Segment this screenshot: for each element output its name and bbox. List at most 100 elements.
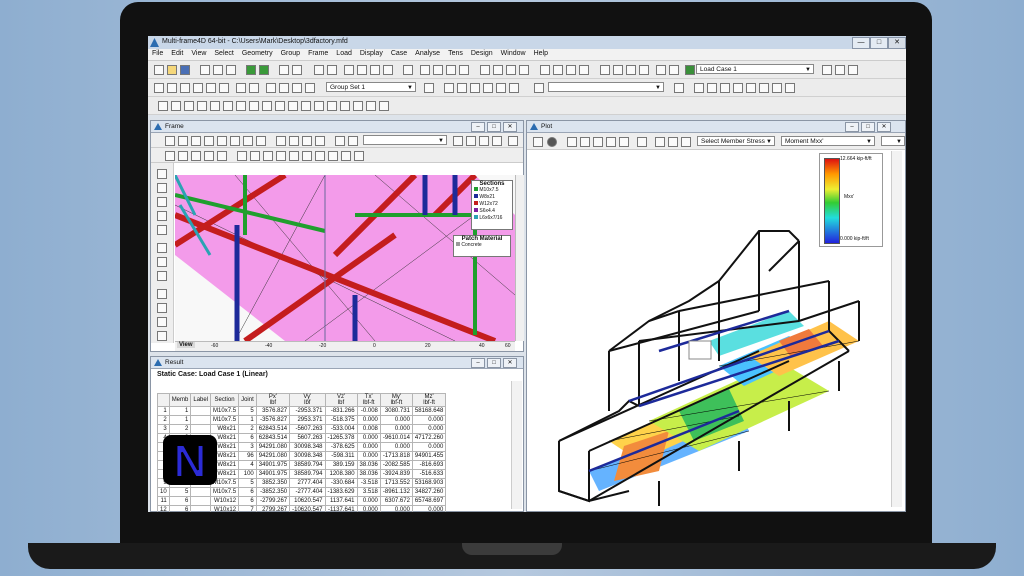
- draw-slab-icon[interactable]: [315, 136, 325, 146]
- view-tab[interactable]: View: [177, 342, 195, 348]
- load-icon-5[interactable]: [292, 83, 302, 93]
- frame-tool-icon-1[interactable]: [453, 136, 463, 146]
- next-case-icon[interactable]: [835, 65, 845, 75]
- previous-case-icon[interactable]: [822, 65, 832, 75]
- menu-analyse[interactable]: Analyse: [411, 49, 444, 58]
- load-icon-1[interactable]: [236, 83, 246, 93]
- member-icon-9[interactable]: [262, 101, 272, 111]
- side-tool-node-icon[interactable]: [157, 183, 167, 193]
- plot-undo-icon[interactable]: [637, 137, 647, 147]
- group-set-select[interactable]: Group Set 1 ▼: [326, 82, 416, 92]
- report-icon-7[interactable]: [772, 83, 782, 93]
- column-header[interactable]: Tx' lbf-ft: [356, 393, 381, 407]
- report-icon-8[interactable]: [785, 83, 795, 93]
- frame-view-icon-15[interactable]: [354, 151, 364, 161]
- moment-select[interactable]: Moment Mxx' ▼: [781, 136, 875, 146]
- frame-view-icon-3[interactable]: [191, 151, 201, 161]
- member-icon-6[interactable]: [223, 101, 233, 111]
- side-tool-mirror-icon[interactable]: [157, 289, 167, 299]
- frame-view-icon-2[interactable]: [178, 151, 188, 161]
- group-icon-2[interactable]: [167, 83, 177, 93]
- plot-rotate-icon[interactable]: [606, 137, 616, 147]
- side-tool-rotate-icon[interactable]: [157, 303, 167, 313]
- frame-view-icon-12[interactable]: [315, 151, 325, 161]
- member-icon-14[interactable]: [327, 101, 337, 111]
- menu-file[interactable]: File: [148, 49, 167, 58]
- frame-minimize-button[interactable]: –: [471, 122, 485, 132]
- redo-icon[interactable]: [259, 65, 269, 75]
- table-row[interactable]: 12 6 W10x12 7 2799.267 -10620.547 -1137.641 0.0…: [157, 505, 447, 512]
- report-icon-5[interactable]: [746, 83, 756, 93]
- column-header[interactable]: Vz' lbf: [324, 393, 358, 407]
- load-icon-6[interactable]: [305, 83, 315, 93]
- print-icon[interactable]: [279, 65, 289, 75]
- plot-tool-icon-1[interactable]: [655, 137, 665, 147]
- display-loads-icon[interactable]: [566, 65, 576, 75]
- plot-sphere-icon[interactable]: [547, 137, 557, 147]
- frame-view-icon-11[interactable]: [302, 151, 312, 161]
- pan-icon[interactable]: [370, 65, 380, 75]
- rotate-z-icon[interactable]: [519, 65, 529, 75]
- draw-arc-icon[interactable]: [178, 136, 188, 146]
- frame-view-icon-9[interactable]: [276, 151, 286, 161]
- menu-tens[interactable]: Tens: [444, 49, 467, 58]
- result-scrollbar[interactable]: [511, 381, 522, 509]
- side-tool-erase-icon[interactable]: [157, 243, 167, 253]
- column-header[interactable]: Vy' lbf: [289, 393, 326, 407]
- frame-close-button[interactable]: ✕: [503, 122, 517, 132]
- plot-extra-select[interactable]: ▼: [881, 136, 905, 146]
- plot-pointer-icon[interactable]: [533, 137, 543, 147]
- display-members-icon[interactable]: [553, 65, 563, 75]
- rotate-icon[interactable]: [480, 65, 490, 75]
- frame-tool-icon-4[interactable]: [492, 136, 502, 146]
- member-icon-17[interactable]: [366, 101, 376, 111]
- frame-view-icon-7[interactable]: [250, 151, 260, 161]
- grid-icon[interactable]: [534, 83, 544, 93]
- menu-case[interactable]: Case: [387, 49, 411, 58]
- side-tool-member-icon[interactable]: [157, 197, 167, 207]
- zoom-window-icon[interactable]: [403, 65, 413, 75]
- column-header[interactable]: Section: [210, 393, 240, 407]
- zoom-out-icon[interactable]: [357, 65, 367, 75]
- menu-group[interactable]: Group: [277, 49, 304, 58]
- member-icon-12[interactable]: [301, 101, 311, 111]
- draw-joint-icon[interactable]: [276, 136, 286, 146]
- menu-design[interactable]: Design: [467, 49, 497, 58]
- render-icon[interactable]: [613, 65, 623, 75]
- menu-frame[interactable]: Frame: [304, 49, 332, 58]
- new-file-icon[interactable]: [154, 65, 164, 75]
- column-header[interactable]: My' lbf-ft: [379, 393, 413, 407]
- support-icon-3[interactable]: [470, 83, 480, 93]
- copy-icon[interactable]: [213, 65, 223, 75]
- plot-pan-icon[interactable]: [580, 137, 590, 147]
- menu-window[interactable]: Window: [497, 49, 530, 58]
- close-button[interactable]: ✕: [888, 37, 906, 49]
- draw-frame-icon[interactable]: [243, 136, 253, 146]
- view-side-icon[interactable]: [446, 65, 456, 75]
- report-icon-1[interactable]: [694, 83, 704, 93]
- column-header[interactable]: Label: [190, 393, 212, 407]
- frame-tool-icon-2[interactable]: [466, 136, 476, 146]
- load-icon-2[interactable]: [249, 83, 259, 93]
- filter-select[interactable]: ▼: [548, 82, 664, 92]
- member-stress-select[interactable]: Select Member Stress ▼: [697, 136, 775, 146]
- report-icon-3[interactable]: [720, 83, 730, 93]
- frame-view-icon-6[interactable]: [237, 151, 247, 161]
- load-icon-4[interactable]: [279, 83, 289, 93]
- side-tool-brace-icon[interactable]: [157, 225, 167, 235]
- report-icon-6[interactable]: [759, 83, 769, 93]
- hidden-line-icon[interactable]: [639, 65, 649, 75]
- member-icon-1[interactable]: [158, 101, 168, 111]
- frame-view-icon-4[interactable]: [204, 151, 214, 161]
- menu-geometry[interactable]: Geometry: [238, 49, 277, 58]
- help-icon[interactable]: [292, 65, 302, 75]
- side-tool-lock-icon[interactable]: [157, 331, 167, 341]
- draw-curve-icon[interactable]: [191, 136, 201, 146]
- snap-icon[interactable]: [348, 136, 358, 146]
- plot-view-icon[interactable]: [619, 137, 629, 147]
- save-icon[interactable]: [180, 65, 190, 75]
- member-icon-8[interactable]: [249, 101, 259, 111]
- support-icon-2[interactable]: [457, 83, 467, 93]
- frame-maximize-button[interactable]: □: [487, 122, 501, 132]
- report-icon-4[interactable]: [733, 83, 743, 93]
